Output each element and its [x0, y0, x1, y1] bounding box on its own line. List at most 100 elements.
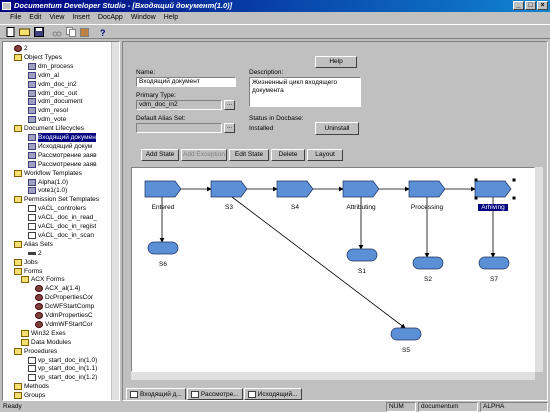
tree-item-label: ACX Forms [31, 276, 65, 284]
cut-icon[interactable] [50, 26, 63, 38]
primary-type-browse-button[interactable]: ... [224, 100, 235, 110]
help-button[interactable]: Help [315, 56, 357, 68]
docapp-tree[interactable]: 2 Object Types dm_process vdm_al vdm_doc_in2… [2, 41, 120, 401]
tree-item[interactable]: vp_start_doc_in(1.0) [28, 356, 97, 365]
tab-review[interactable]: Рассмотре... [186, 388, 243, 400]
help-icon[interactable]: ? [96, 26, 109, 38]
uninstall-button[interactable]: Uninstall [315, 122, 359, 135]
state-node[interactable] [276, 180, 314, 198]
exception-node[interactable] [346, 248, 378, 262]
tree-item[interactable]: Рассмотрение заяв [28, 160, 97, 169]
tree-item[interactable]: vdm_doc_in2 [28, 80, 77, 89]
open-icon[interactable] [18, 26, 31, 38]
menu-help[interactable]: Help [160, 12, 182, 23]
tree-item[interactable]: Object Types [14, 53, 62, 62]
tree-item[interactable]: vdm_resol [28, 106, 68, 115]
tree-item[interactable]: Data Modules [21, 338, 71, 347]
tree-item[interactable]: vdm_doc_out [28, 89, 77, 98]
tree-item-label: Data Modules [31, 338, 72, 346]
item-icon [28, 71, 36, 79]
exception-node[interactable] [412, 256, 444, 270]
tree-item[interactable]: Procedures [14, 347, 57, 356]
menu-window[interactable]: Window [127, 12, 160, 23]
tree-item[interactable]: Workflow Templates [14, 169, 82, 178]
edit-state-button[interactable]: Edit State [229, 149, 269, 161]
menu-insert[interactable]: Insert [68, 12, 94, 23]
tree-item[interactable]: Alpha(1.0) [28, 178, 68, 187]
minimize-button[interactable]: _ [513, 1, 524, 10]
tree-item[interactable]: vp_start_doc_in(1.1) [28, 364, 97, 373]
tree-item[interactable]: Document Lifecycles [14, 124, 84, 133]
tree-item[interactable]: Рассмотрение заяв [28, 151, 97, 160]
tree-item[interactable]: 2 [14, 44, 28, 53]
menu-docapp[interactable]: DocApp [94, 12, 127, 23]
delete-button[interactable]: Delete [271, 149, 305, 161]
tree-item[interactable]: Alias Sets [14, 240, 53, 249]
tree-item-label: Alias Sets [24, 240, 53, 248]
exception-label: S7 [490, 276, 498, 283]
maximize-button[interactable]: □ [525, 1, 536, 10]
tree-item[interactable]: VdmWFStartCor [35, 320, 93, 329]
tab-incoming-doc[interactable]: Входящий д... [126, 388, 186, 400]
tree-item[interactable]: Исходящий докум [28, 142, 92, 151]
diagram-vscroll[interactable] [535, 167, 543, 372]
description-field[interactable]: Жизненный цикл входящего документа [249, 77, 361, 107]
tree-item[interactable]: Forms [14, 267, 42, 276]
tab-outgoing-doc[interactable]: Исходящий... [243, 388, 302, 400]
tree-item[interactable]: vdm_document [28, 97, 82, 106]
add-state-button[interactable]: Add State [141, 149, 179, 161]
add-exception-button[interactable]: Add Exception [181, 149, 227, 161]
tree-item[interactable]: ACX Forms [21, 275, 65, 284]
tree-item[interactable]: Входящий докумен [28, 133, 96, 142]
menu-edit[interactable]: Edit [25, 12, 45, 23]
tree-scrollbar[interactable] [111, 42, 119, 400]
tree-item[interactable]: vACL_doc_in_regist [28, 222, 96, 231]
tree-item-label: Methods [24, 383, 49, 391]
name-field[interactable]: Входящий документ [136, 77, 236, 87]
state-node[interactable] [474, 180, 512, 198]
tree-item[interactable]: vACL_doc_in_scan [28, 231, 94, 240]
tree-item[interactable]: vdm_al [28, 71, 59, 80]
tree-item[interactable]: 2 [28, 249, 42, 258]
tree-item[interactable]: Groups [14, 391, 45, 400]
app-icon[interactable] [2, 2, 11, 10]
exception-node[interactable] [478, 256, 510, 270]
menu-file[interactable]: File [6, 12, 25, 23]
lifecycle-diagram[interactable]: Entered S3 S4 Attributing Processing Arhiving… [131, 167, 535, 372]
tree-item[interactable]: Win32 Exes [21, 329, 66, 338]
tree-item[interactable]: vp_start_doc_in(1.2) [28, 373, 97, 382]
diagram-hscroll[interactable] [131, 372, 535, 380]
exception-node[interactable] [147, 241, 179, 255]
close-button[interactable]: × [537, 1, 548, 10]
state-node[interactable] [342, 180, 380, 198]
state-node[interactable] [210, 180, 248, 198]
exception-node[interactable] [390, 327, 422, 341]
paste-icon[interactable] [78, 26, 91, 38]
tree-item-label: DcWFStartComp [45, 303, 95, 311]
tree-item[interactable]: VdmPropertiesC [35, 311, 93, 320]
tree-item[interactable]: DcPropertiesCor [35, 293, 93, 302]
tree-item[interactable]: dm_process [28, 62, 73, 71]
new-icon[interactable] [4, 26, 17, 38]
tree-item[interactable]: Jobs [14, 258, 38, 267]
menu-view[interactable]: View [45, 12, 68, 23]
doc-icon [28, 374, 36, 382]
folder-icon [14, 53, 22, 61]
tree-item[interactable]: Permission Set Templates [14, 195, 99, 204]
tree-item[interactable]: Methods [14, 382, 49, 391]
tree-item[interactable]: vACL_controlers [28, 204, 86, 213]
layout-button[interactable]: Layout [307, 149, 343, 161]
default-alias-browse-button[interactable]: ... [224, 123, 235, 133]
doc-icon [28, 365, 36, 373]
tree-item[interactable]: vote1(1.0) [28, 186, 67, 195]
state-node[interactable] [408, 180, 446, 198]
save-icon[interactable] [32, 26, 45, 38]
lifecycle-editor: Help Name: Входящий документ Description… [122, 41, 548, 401]
tree-item[interactable]: vdm_vote [28, 115, 66, 124]
tree-item[interactable]: ACX_al(1.4) [35, 284, 80, 293]
tree-item[interactable]: DcWFStartComp [35, 302, 94, 311]
state-node[interactable] [144, 180, 182, 198]
tree-item[interactable]: vACL_doc_in_read_ [28, 213, 97, 222]
copy-icon[interactable] [64, 26, 77, 38]
item-icon [28, 116, 36, 124]
